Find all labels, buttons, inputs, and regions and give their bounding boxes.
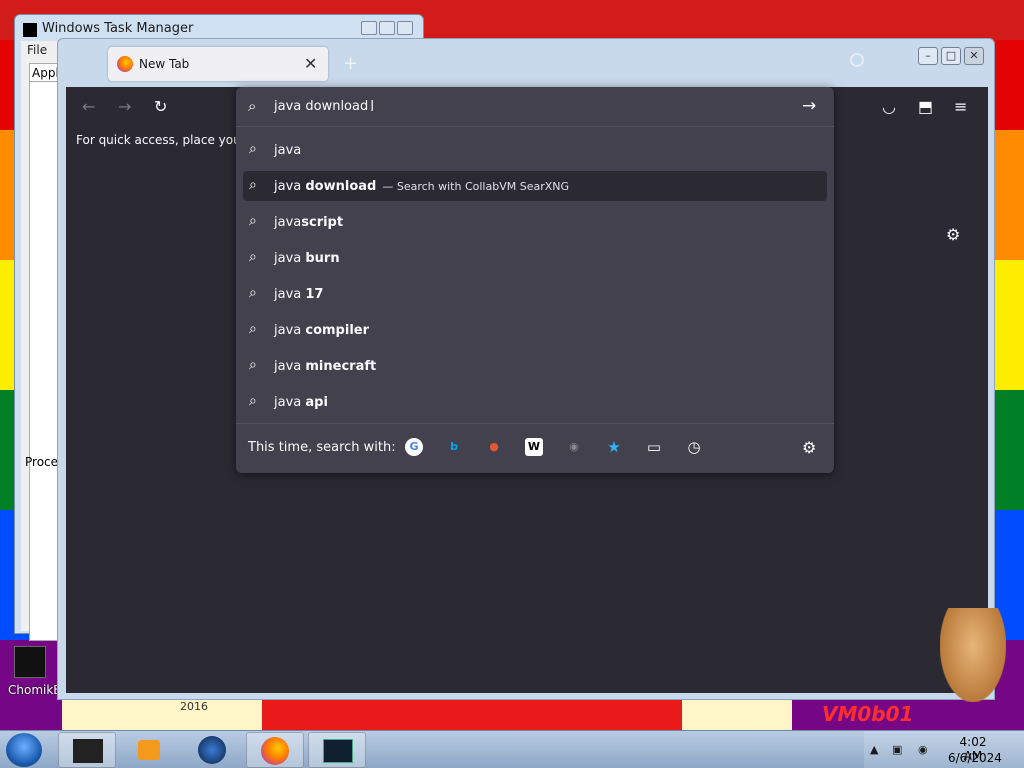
taskbar-item-task-manager[interactable] xyxy=(58,732,116,768)
search-icon: ⌕ xyxy=(249,357,257,373)
search-icon: ⌕ xyxy=(249,249,257,265)
task-manager-title: Windows Task Manager xyxy=(42,21,194,36)
tray-expand-icon[interactable]: ▲ xyxy=(870,743,878,756)
network-icon[interactable]: ▣ xyxy=(892,743,902,756)
maximize-button[interactable]: □ xyxy=(941,47,961,65)
suggestion-item-selected[interactable]: ⌕ java download — Search with CollabVM Se… xyxy=(243,171,827,201)
suggestion-bold: burn xyxy=(305,251,340,266)
searxng-engine-icon[interactable]: ◉ xyxy=(565,438,583,456)
volume-icon[interactable]: ◉ xyxy=(918,743,928,756)
suggestion-prefix: java xyxy=(274,287,306,302)
tabs-icon[interactable]: ▭ xyxy=(645,438,663,456)
taskbar: ▲ ▣ ◉ 4:02 AM 6/6/2024 xyxy=(0,730,1024,768)
suggestion-prefix: java xyxy=(274,215,302,230)
suggestion-item[interactable]: ⌕ javascript xyxy=(243,207,827,237)
firefox-window: New Tab ✕ + – □ ✕ ← → ↻ ◡ ⬒ ≡ For quick ac… xyxy=(57,38,995,700)
suggestion-bold: download xyxy=(305,179,377,194)
search-with-label: This time, search with: xyxy=(248,440,396,455)
taskbar-item-globe[interactable] xyxy=(184,732,242,768)
chomik-icon-label: ChomikB xyxy=(8,683,62,697)
year-badge: 2016 xyxy=(180,700,208,713)
task-manager-window-buttons xyxy=(359,21,413,39)
tm-menu-file[interactable]: File xyxy=(27,43,47,57)
google-engine-icon[interactable]: G xyxy=(405,438,423,456)
text-cursor-icon: I xyxy=(370,97,375,115)
suggestion-bold: script xyxy=(301,215,344,230)
pocket-icon[interactable]: ◡ xyxy=(882,97,896,116)
suggestion-item[interactable]: ⌕ java compiler xyxy=(243,315,827,345)
vm-label: VM0b01 xyxy=(822,702,914,726)
extensions-icon[interactable]: ⬒ xyxy=(918,97,933,116)
suggestion-bold: minecraft xyxy=(305,359,377,374)
suggestion-prefix: java xyxy=(274,359,306,374)
duckduckgo-engine-icon[interactable]: ● xyxy=(485,438,503,456)
search-icon: ⌕ xyxy=(249,141,257,157)
suggestion-item[interactable]: ⌕ java xyxy=(243,135,827,165)
suggestion-item[interactable]: ⌕ java api xyxy=(243,387,827,417)
newtab-settings-gear-icon[interactable]: ⚙ xyxy=(946,225,960,244)
firefox-icon xyxy=(117,56,133,72)
go-arrow-icon[interactable]: → xyxy=(802,96,816,116)
bookmarks-icon[interactable]: ★ xyxy=(605,438,623,456)
search-icon: ⌕ xyxy=(249,321,257,337)
urlbar-dropdown: ⌕ java download I → ⌕ java ⌕ java downlo… xyxy=(236,87,834,473)
taskbar-item-monitor[interactable] xyxy=(308,732,366,768)
hamster-mascot-image xyxy=(940,608,1006,702)
minimize-button[interactable]: – xyxy=(918,47,938,65)
menu-hamburger-icon[interactable]: ≡ xyxy=(954,97,967,116)
desktop-art-middle xyxy=(262,700,682,730)
tm-close-button[interactable] xyxy=(397,21,413,35)
tm-minimize-button[interactable] xyxy=(361,21,377,35)
desktop-art-left xyxy=(62,700,262,730)
suggestion-bold: api xyxy=(305,395,328,410)
close-window-button[interactable]: ✕ xyxy=(964,47,984,65)
suggestion-bold: 17 xyxy=(305,287,324,302)
task-manager-icon xyxy=(23,23,37,37)
new-tab-button[interactable]: + xyxy=(343,53,358,74)
search-icon: ⌕ xyxy=(249,393,257,409)
tab-new-tab[interactable]: New Tab ✕ xyxy=(108,47,328,81)
search-icon: ⌕ xyxy=(249,177,257,193)
suggestion-item[interactable]: ⌕ java burn xyxy=(243,243,827,273)
bing-engine-icon[interactable]: b xyxy=(445,438,463,456)
suggestion-prefix: java xyxy=(274,251,306,266)
taskbar-item-media-player[interactable] xyxy=(120,732,178,768)
history-icon[interactable]: ◷ xyxy=(685,438,703,456)
wikipedia-engine-icon[interactable]: W xyxy=(525,438,543,456)
suggestion-bold: compiler xyxy=(305,323,370,338)
forward-arrow-icon[interactable]: → xyxy=(118,97,131,116)
suggestion-item[interactable]: ⌕ java 17 xyxy=(243,279,827,309)
tm-maximize-button[interactable] xyxy=(379,21,395,35)
suggestion-action: — Search with CollabVM SearXNG xyxy=(382,180,570,193)
start-button[interactable] xyxy=(6,733,42,767)
urlbar-input[interactable]: java download xyxy=(274,99,368,114)
suggestion-item[interactable]: ⌕ java minecraft xyxy=(243,351,827,381)
desktop-art-right xyxy=(682,700,792,730)
search-icon: ⌕ xyxy=(249,213,257,229)
tab-close-icon[interactable]: ✕ xyxy=(304,54,317,73)
browser-content: ← → ↻ ◡ ⬒ ≡ For quick access, place your… xyxy=(66,87,988,693)
suggestion-prefix: java xyxy=(274,143,302,158)
clock-date[interactable]: 6/6/2024 xyxy=(948,751,1002,765)
search-icon: ⌕ xyxy=(248,97,257,115)
chomik-desktop-icon[interactable] xyxy=(14,646,46,678)
bookmarks-toolbar-message: For quick access, place your b xyxy=(76,133,258,147)
suggestion-prefix: java xyxy=(274,323,306,338)
back-arrow-icon[interactable]: ← xyxy=(82,97,95,116)
loading-spinner-icon xyxy=(850,53,864,67)
suggestion-prefix: java xyxy=(274,395,306,410)
reload-icon[interactable]: ↻ xyxy=(154,97,167,116)
search-icon: ⌕ xyxy=(249,285,257,301)
tab-title: New Tab xyxy=(139,57,190,71)
suggestion-prefix: java xyxy=(274,179,306,194)
one-off-search-bar: This time, search with: G b ● W ◉ ★ ▭ ◷ … xyxy=(236,423,834,473)
firefox-window-buttons: – □ ✕ xyxy=(915,47,984,65)
taskbar-item-firefox[interactable] xyxy=(246,732,304,768)
urlbar-input-row[interactable]: ⌕ java download I → xyxy=(236,87,834,127)
search-settings-gear-icon[interactable]: ⚙ xyxy=(802,438,816,457)
